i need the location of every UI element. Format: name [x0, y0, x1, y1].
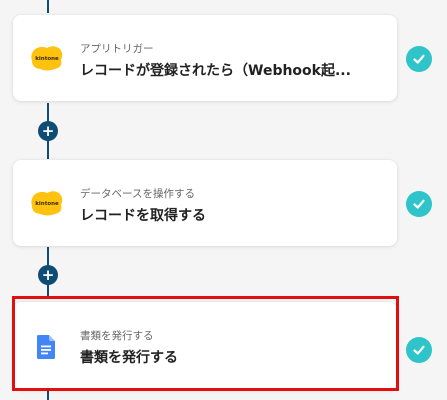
step-title: 書類を発行する	[80, 350, 178, 366]
flow-step-card[interactable]: kintone アプリトリガー レコードが登録されたら（Webhook起...	[13, 15, 397, 101]
flow-connector-line	[47, 0, 49, 13]
step-title: レコードを取得する	[80, 208, 206, 224]
step-title: レコードが登録されたら（Webhook起...	[80, 63, 351, 79]
google-docs-icon	[37, 335, 59, 361]
kintone-icon: kintone	[30, 44, 64, 72]
flow-connector-line	[47, 390, 49, 400]
step-type-label: 書類を発行する	[80, 330, 154, 342]
kintone-icon: kintone	[30, 189, 64, 217]
check-icon	[406, 191, 432, 217]
add-step-button[interactable]: +	[38, 265, 58, 285]
step-type-label: データベースを操作する	[80, 188, 195, 200]
step-type-label: アプリトリガー	[80, 43, 154, 55]
check-icon	[406, 337, 432, 363]
svg-text:kintone: kintone	[35, 56, 59, 62]
flow-step-card[interactable]: 書類を発行する 書類を発行する	[13, 302, 397, 390]
add-step-button[interactable]: +	[38, 121, 58, 141]
flow-step-card[interactable]: kintone データベースを操作する レコードを取得する	[13, 160, 397, 246]
svg-text:kintone: kintone	[35, 201, 59, 207]
check-icon	[406, 46, 432, 72]
